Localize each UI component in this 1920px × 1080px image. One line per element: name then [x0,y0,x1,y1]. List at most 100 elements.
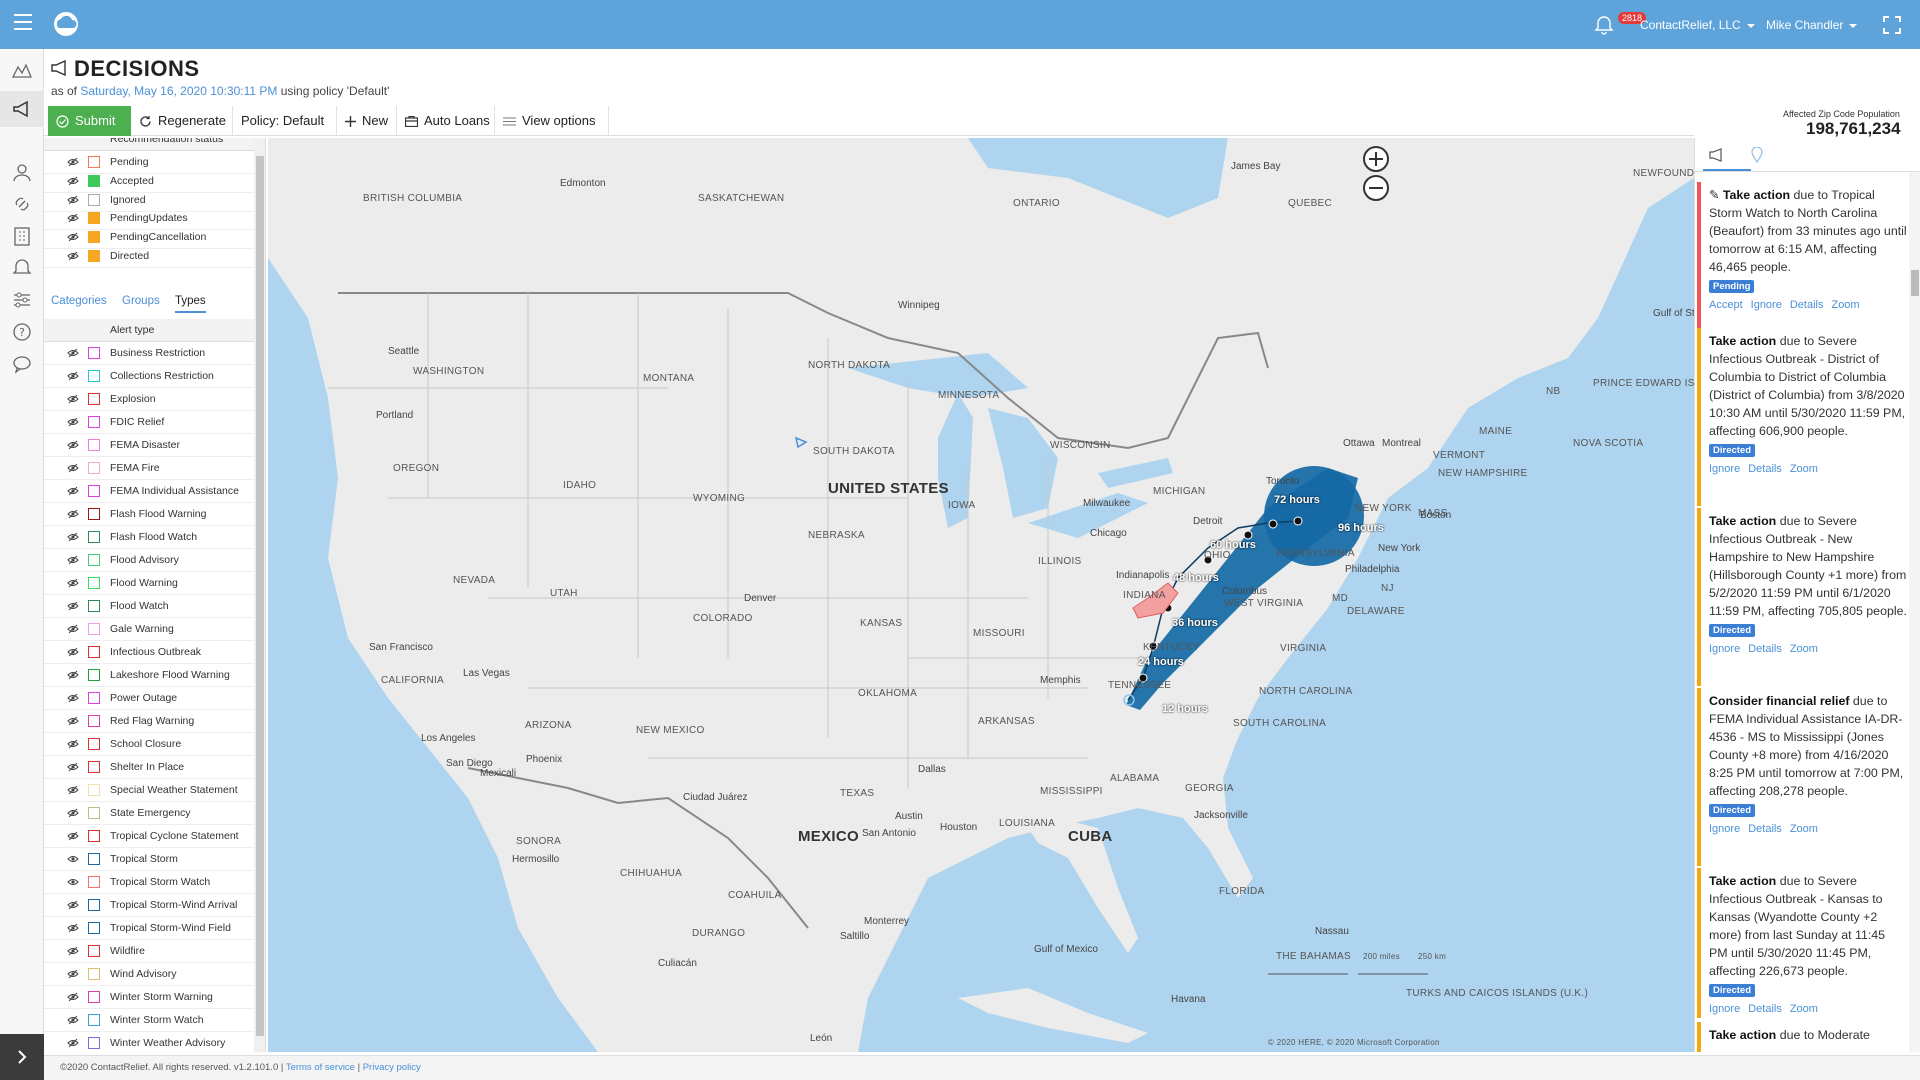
legend-type-row[interactable]: Special Weather Statement [44,779,254,802]
legend-swatch[interactable] [88,439,100,451]
legend-status-row[interactable]: Directed [44,245,254,268]
auto-loans-dropdown[interactable]: Auto Loans [397,106,495,154]
legend-type-row[interactable]: Tropical Storm-Wind Field [44,917,254,940]
decision-card[interactable]: Take action due to Severe Infectious Out… [1709,512,1907,658]
legend-type-row[interactable]: Winter Storm Watch [44,1009,254,1032]
legend-swatch[interactable] [88,1014,100,1026]
eye-off-icon[interactable] [67,371,79,381]
legend-type-row[interactable]: FEMA Disaster [44,434,254,457]
tab-categories[interactable]: Categories [51,295,107,307]
legend-swatch[interactable] [88,646,100,658]
legend-type-row[interactable]: Winter Storm Warning [44,986,254,1009]
legend-swatch[interactable] [88,1037,100,1049]
decision-card[interactable]: Take action due to Moderate [1709,1026,1907,1044]
decision-card[interactable]: Consider financial relief due to FEMA In… [1709,692,1907,838]
eye-off-icon[interactable] [67,1038,79,1048]
legend-swatch[interactable] [88,899,100,911]
eye-icon[interactable] [67,877,79,887]
view-options-dropdown[interactable]: View options [495,106,609,154]
legend-type-row[interactable]: Lakeshore Flood Warning [44,664,254,687]
eye-off-icon[interactable] [67,176,79,186]
card-action-zoom[interactable]: Zoom [1790,1003,1818,1015]
eye-off-icon[interactable] [67,394,79,404]
legend-type-row[interactable]: Infectious Outbreak [44,641,254,664]
chat-icon[interactable] [11,353,33,375]
legend-swatch[interactable] [88,692,100,704]
building-icon[interactable] [11,225,33,247]
legend-swatch[interactable] [88,531,100,543]
legend-swatch[interactable] [88,784,100,796]
eye-off-icon[interactable] [67,440,79,450]
eye-off-icon[interactable] [67,486,79,496]
app-logo-icon[interactable] [50,10,82,38]
legend-type-row[interactable]: Power Outage [44,687,254,710]
legend-swatch[interactable] [88,945,100,957]
expand-rail-button[interactable] [0,1034,44,1080]
legend-type-row[interactable]: Collections Restriction [44,365,254,388]
legend-swatch[interactable] [88,876,100,888]
legend-swatch[interactable] [88,623,100,635]
eye-off-icon[interactable] [67,417,79,427]
zoom-in-button[interactable] [1363,146,1389,172]
card-action-zoom[interactable]: Zoom [1790,643,1818,655]
legend-type-row[interactable]: Flash Flood Warning [44,503,254,526]
eye-off-icon[interactable] [67,532,79,542]
eye-off-icon[interactable] [67,762,79,772]
legend-type-row[interactable]: FEMA Fire [44,457,254,480]
legend-type-row[interactable]: School Closure [44,733,254,756]
user-dropdown[interactable]: Mike Chandler [1766,18,1858,32]
card-action-ignore[interactable]: Ignore [1751,299,1782,311]
legend-type-row[interactable]: Gale Warning [44,618,254,641]
legend-type-row[interactable]: Tropical Cyclone Statement [44,825,254,848]
eye-off-icon[interactable] [67,969,79,979]
legend-type-row[interactable]: Winter Weather Advisory [44,1032,254,1052]
card-action-ignore[interactable]: Ignore [1709,463,1740,475]
decision-card[interactable]: Take action due to Severe Infectious Out… [1709,332,1907,478]
decision-card[interactable]: Take action due to Severe Infectious Out… [1709,872,1907,1018]
legend-type-row[interactable]: Flash Flood Watch [44,526,254,549]
legend-type-row[interactable]: Flood Advisory [44,549,254,572]
card-action-details[interactable]: Details [1748,463,1782,475]
nav-decisions[interactable] [0,91,44,127]
eye-off-icon[interactable] [67,946,79,956]
menu-icon[interactable] [14,14,32,30]
eye-off-icon[interactable] [67,509,79,519]
megaphone-icon[interactable] [1709,148,1725,162]
card-action-details[interactable]: Details [1748,823,1782,835]
map-view[interactable]: BRITISH COLUMBIA SASKATCHEWAN ONTARIO QUEBE… [268,138,1694,1052]
card-action-details[interactable]: Details [1790,299,1824,311]
legend-type-row[interactable]: Wind Advisory [44,963,254,986]
legend-type-row[interactable]: Flood Warning [44,572,254,595]
legend-swatch[interactable] [88,193,100,206]
sliders-icon[interactable] [11,289,33,311]
card-action-zoom[interactable]: Zoom [1790,823,1818,835]
eye-off-icon[interactable] [67,693,79,703]
legend-swatch[interactable] [88,174,100,187]
eye-off-icon[interactable] [67,213,79,223]
legend-swatch[interactable] [88,968,100,980]
eye-off-icon[interactable] [67,739,79,749]
eye-off-icon[interactable] [67,1015,79,1025]
card-action-accept[interactable]: Accept [1709,299,1743,311]
submit-button[interactable]: Submit [48,106,131,136]
legend-swatch[interactable] [88,761,100,773]
legend-swatch[interactable] [88,554,100,566]
regenerate-button[interactable]: Regenerate [131,106,233,136]
zoom-out-button[interactable] [1363,175,1389,201]
eye-off-icon[interactable] [67,195,79,205]
card-action-details[interactable]: Details [1748,643,1782,655]
legend-swatch[interactable] [88,212,100,225]
eye-off-icon[interactable] [67,157,79,167]
bell-icon[interactable] [1594,15,1614,35]
legend-type-row[interactable]: Business Restriction [44,342,254,365]
legend-type-row[interactable]: Wildfire [44,940,254,963]
tab-groups[interactable]: Groups [122,295,160,307]
legend-type-row[interactable]: Flood Watch [44,595,254,618]
card-action-details[interactable]: Details [1748,1003,1782,1015]
eye-off-icon[interactable] [67,670,79,680]
legend-type-row[interactable]: Tropical Storm [44,848,254,871]
eye-off-icon[interactable] [67,900,79,910]
tab-types[interactable]: Types [175,295,206,313]
card-action-zoom[interactable]: Zoom [1831,299,1859,311]
legend-swatch[interactable] [88,508,100,520]
